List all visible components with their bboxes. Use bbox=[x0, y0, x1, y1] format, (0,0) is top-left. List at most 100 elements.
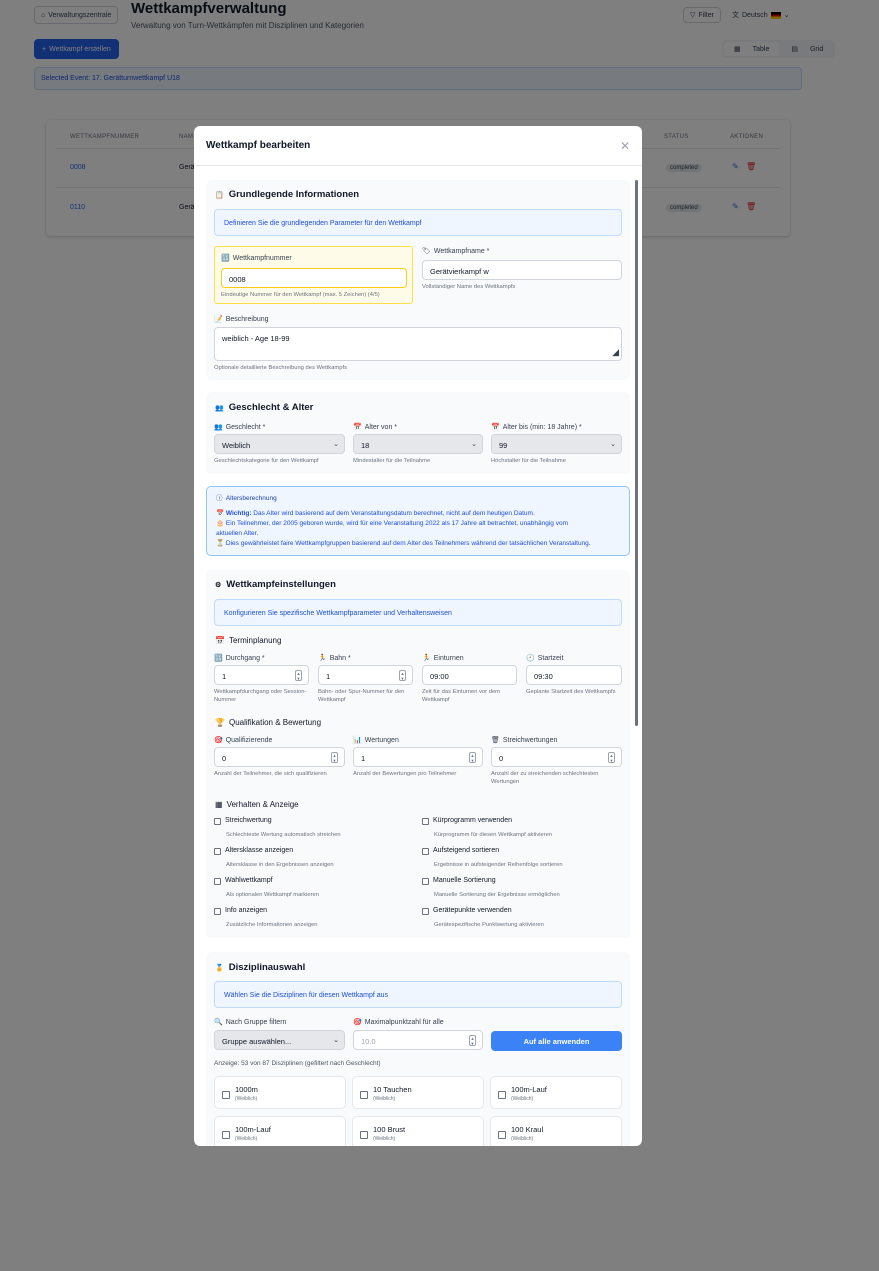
modal-body: 📋 Grundlegende Informationen Definieren … bbox=[194, 166, 642, 1146]
competition-number-input[interactable]: 0008 bbox=[221, 268, 407, 288]
age-to-value: 99 bbox=[499, 441, 508, 450]
note-icon: 📝 bbox=[214, 316, 223, 323]
checkbox[interactable] bbox=[360, 1131, 368, 1139]
scrollbar[interactable] bbox=[635, 180, 638, 726]
competition-settings-section: ⚙ Wettkampfeinstellungen Konfigurieren S… bbox=[206, 570, 630, 938]
info-icon: ⓘ bbox=[216, 495, 223, 502]
start-help: Geplante Startzeit des Wettkampfs bbox=[526, 689, 616, 695]
checkbox[interactable] bbox=[422, 878, 429, 885]
round-label: 🔢 Durchgang * bbox=[214, 654, 265, 663]
chevron-down-icon: ⌄ bbox=[471, 441, 477, 448]
number-label-text: Wettkampfnummer bbox=[232, 254, 292, 262]
clipboard-icon: 📋 bbox=[215, 191, 224, 199]
calendar-icon: 📅 bbox=[216, 510, 225, 517]
stepper-icon[interactable]: ▲ ▼ bbox=[469, 1035, 476, 1046]
discipline-card[interactable]: 1000m (Weiblich) bbox=[214, 1076, 346, 1109]
age-to-label-text: Alter bis (min: 18 Jahre) * bbox=[502, 423, 582, 431]
stepper-icon[interactable]: ▲ ▼ bbox=[331, 752, 338, 763]
group-filter-value: Gruppe auswählen... bbox=[222, 1037, 292, 1046]
age-to-select[interactable]: 99 ⌄ bbox=[491, 434, 622, 454]
group-filter-select[interactable]: Gruppe auswählen... ⌄ bbox=[214, 1030, 345, 1050]
checkbox[interactable] bbox=[214, 908, 221, 915]
target-icon: 🎯 bbox=[214, 737, 223, 744]
age-calc-example: 🎂 Ein Teilnehmer, der 2005 geboren wurde… bbox=[216, 519, 568, 529]
schedule-subtitle: 📅 Terminplanung bbox=[215, 636, 281, 645]
round-help-line2: Nummer bbox=[214, 697, 237, 703]
schedule-title-text: Terminplanung bbox=[228, 636, 282, 645]
discipline-card[interactable]: 100 Kraul (Weiblich) bbox=[490, 1116, 622, 1146]
warmup-help-line2: Wettkampf bbox=[422, 697, 450, 703]
qualification-title-text: Qualifikation & Bewertung bbox=[228, 718, 322, 727]
apply-to-all-button[interactable]: Auf alle anwenden bbox=[491, 1031, 622, 1051]
checkbox[interactable] bbox=[214, 878, 221, 885]
stepper-icon[interactable]: ▲ ▼ bbox=[399, 670, 406, 681]
discipline-card[interactable]: 100m-Lauf (Weiblich) bbox=[214, 1116, 346, 1146]
discipline-selection-section: 🏅 Disziplinauswahl Wählen Sie die Diszip… bbox=[206, 952, 630, 1146]
warmup-label: 🏃 Einturnen bbox=[422, 654, 464, 663]
checkbox[interactable] bbox=[422, 818, 429, 825]
option-label: Gerätepunkte verwenden bbox=[433, 907, 512, 914]
close-icon[interactable]: ✕ bbox=[620, 139, 630, 153]
option-free-program[interactable]: Kürprogramm verwenden bbox=[422, 817, 512, 825]
medal-icon: 🏅 bbox=[215, 964, 224, 972]
checkbox[interactable] bbox=[498, 1131, 506, 1139]
stepper-icon[interactable]: ▲ ▼ bbox=[469, 752, 476, 763]
age-calc-important: 📅 Wichtig: Das Alter wird basierend auf … bbox=[216, 509, 535, 519]
max-points-label-text: Maximalpunktzahl für alle bbox=[364, 1018, 444, 1026]
round-input[interactable]: 1 ▲ ▼ bbox=[214, 665, 309, 685]
drops-input[interactable]: 0 ▲ ▼ bbox=[491, 747, 622, 767]
scores-value: 1 bbox=[361, 754, 366, 763]
section-title: 📋 Grundlegende Informationen bbox=[215, 189, 359, 200]
number-icon: 🔢 bbox=[214, 655, 223, 662]
checkbox[interactable] bbox=[222, 1131, 230, 1139]
option-show-info[interactable]: Info anzeigen bbox=[214, 907, 267, 915]
checkbox[interactable] bbox=[498, 1091, 506, 1099]
description-textarea[interactable]: weiblich - Age 18-99 ◢ bbox=[214, 327, 622, 361]
lane-input[interactable]: 1 ▲ ▼ bbox=[318, 665, 413, 685]
basic-info-hint: Definieren Sie die grundlegenden Paramet… bbox=[214, 209, 622, 236]
option-optional-competition[interactable]: Wahlwettkampf bbox=[214, 877, 273, 885]
scores-input[interactable]: 1 ▲ ▼ bbox=[353, 747, 483, 767]
discipline-gender: (Weiblich) bbox=[511, 1096, 534, 1102]
checkbox[interactable] bbox=[422, 848, 429, 855]
option-sort-ascending[interactable]: Aufsteigend sortieren bbox=[422, 847, 499, 855]
discipline-name: 100m-Lauf bbox=[235, 1125, 271, 1134]
warmup-time-input[interactable]: 09:00 bbox=[422, 665, 517, 685]
checkbox[interactable] bbox=[214, 818, 221, 825]
checkbox[interactable] bbox=[422, 908, 429, 915]
chart-icon: 📊 bbox=[353, 737, 362, 744]
gender-select[interactable]: Weiblich ⌄ bbox=[214, 434, 345, 454]
clock-icon: 🕘 bbox=[526, 655, 535, 662]
age-from-help: Mindestalter für die Teilnahme bbox=[353, 458, 431, 464]
age-from-label: 📅 Alter von * bbox=[353, 423, 397, 432]
option-label: Streichwertung bbox=[225, 817, 272, 824]
stepper-icon[interactable]: ▲ ▼ bbox=[295, 670, 302, 681]
discipline-card[interactable]: 10 Tauchen (Weiblich) bbox=[352, 1076, 484, 1109]
discipline-card[interactable]: 100 Brust (Weiblich) bbox=[352, 1116, 484, 1146]
option-show-age-class[interactable]: Altersklasse anzeigen bbox=[214, 847, 293, 855]
drops-help: Anzahl der zu streichenden schlechtesten… bbox=[491, 770, 598, 786]
max-points-input[interactable]: 10.0 ▲ ▼ bbox=[353, 1030, 483, 1050]
age-from-select[interactable]: 18 ⌄ bbox=[353, 434, 483, 454]
stepper-icon[interactable]: ▲ ▼ bbox=[608, 752, 615, 763]
start-label: 🕘 Startzeit bbox=[526, 654, 563, 663]
discipline-name: 1000m bbox=[235, 1085, 258, 1094]
section-title: 👥 Geschlecht & Alter bbox=[215, 402, 313, 413]
discipline-gender: (Weiblich) bbox=[235, 1136, 258, 1142]
checkbox[interactable] bbox=[214, 848, 221, 855]
settings-title: Wettkampfeinstellungen bbox=[226, 579, 336, 590]
option-apparatus-points[interactable]: Gerätepunkte verwenden bbox=[422, 907, 512, 915]
resize-handle-icon[interactable]: ◢ bbox=[612, 347, 619, 358]
checkbox[interactable] bbox=[222, 1091, 230, 1099]
behavior-title-text: Verhalten & Anzeige bbox=[226, 800, 299, 809]
warmup-help: Zeit für das Einturnen vor dem Wettkampf bbox=[422, 688, 500, 704]
group-filter-label: 🔍 Nach Gruppe filtern bbox=[214, 1018, 286, 1027]
checkbox[interactable] bbox=[360, 1091, 368, 1099]
qualifiers-input[interactable]: 0 ▲ ▼ bbox=[214, 747, 345, 767]
option-drop-score[interactable]: Streichwertung bbox=[214, 817, 272, 825]
round-help-line1: Wettkampfdurchgang oder Session- bbox=[214, 689, 307, 695]
competition-name-input[interactable]: Gerätvierkampf w bbox=[422, 260, 622, 280]
option-manual-sort[interactable]: Manuelle Sortierung bbox=[422, 877, 496, 885]
discipline-card[interactable]: 100m-Lauf (Weiblich) bbox=[490, 1076, 622, 1109]
start-time-input[interactable]: 09:30 bbox=[526, 665, 622, 685]
